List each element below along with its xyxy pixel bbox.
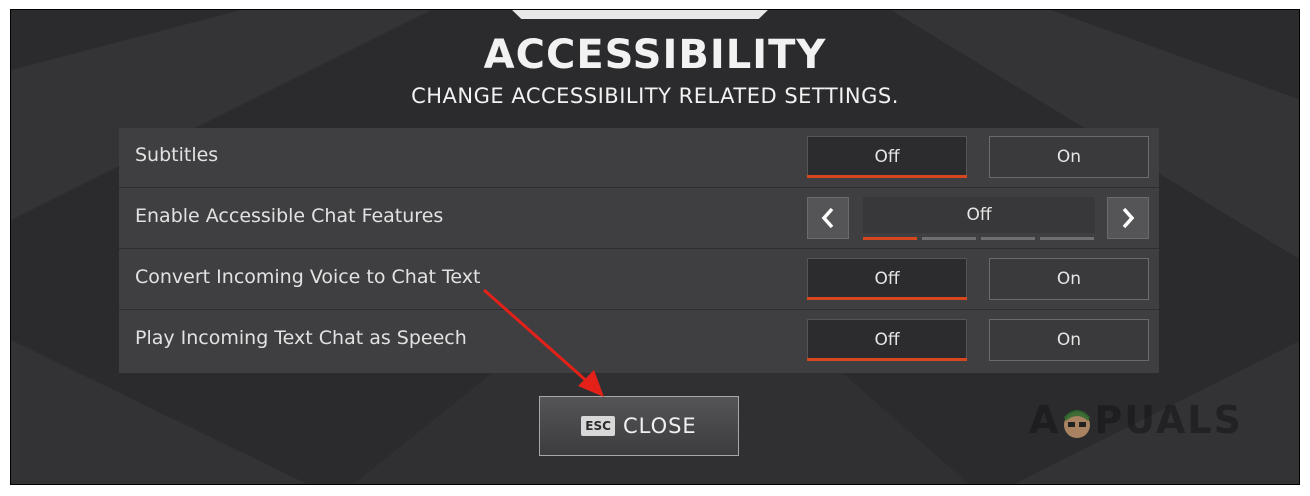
esc-key-icon: ESC: [581, 416, 615, 436]
subtitles-off-button[interactable]: Off: [807, 136, 967, 178]
next-option-button[interactable]: [1107, 197, 1149, 239]
prev-option-button[interactable]: [807, 197, 849, 239]
page-title: ACCESSIBILITY: [483, 32, 827, 78]
step-indicator: [1040, 237, 1094, 240]
mascot-icon: [1064, 409, 1091, 438]
step-indicator: [981, 237, 1035, 240]
setting-label: Enable Accessible Chat Features: [135, 205, 444, 227]
close-label: CLOSE: [622, 414, 697, 438]
step-indicator: [922, 237, 976, 240]
text-to-speech-on-button[interactable]: On: [989, 319, 1149, 361]
setting-label: Convert Incoming Voice to Chat Text: [135, 266, 481, 288]
watermark-text-left: A: [1029, 398, 1061, 442]
setting-row-text-to-speech: Play Incoming Text Chat as Speech Off On: [119, 311, 1159, 371]
voice-to-text-off-button[interactable]: Off: [807, 258, 967, 300]
subtitles-on-button[interactable]: On: [989, 136, 1149, 178]
voice-to-text-on-button[interactable]: On: [989, 258, 1149, 300]
text-to-speech-off-button[interactable]: Off: [807, 319, 967, 361]
setting-row-voice-to-text: Convert Incoming Voice to Chat Text Off …: [119, 250, 1159, 310]
top-notch: [511, 10, 769, 19]
watermark-text-right: PUALS: [1094, 398, 1243, 442]
chevron-right-icon: [1122, 207, 1135, 229]
setting-label: Subtitles: [135, 144, 219, 166]
close-button[interactable]: ESC CLOSE: [539, 396, 739, 456]
chevron-left-icon: [821, 207, 834, 229]
accessibility-screen: ACCESSIBILITY CHANGE ACCESSIBILITY RELAT…: [10, 9, 1300, 485]
page-subtitle: CHANGE ACCESSIBILITY RELATED SETTINGS.: [411, 84, 899, 108]
settings-panel: Subtitles Off On Enable Accessible Chat …: [119, 128, 1159, 373]
setting-label: Play Incoming Text Chat as Speech: [135, 327, 467, 349]
accessible-chat-value: Off: [863, 197, 1095, 233]
watermark-logo: A PUALS: [1029, 398, 1243, 443]
setting-row-accessible-chat: Enable Accessible Chat Features Off: [119, 189, 1159, 249]
setting-row-subtitles: Subtitles Off On: [119, 128, 1159, 188]
step-indicator: [863, 237, 917, 240]
